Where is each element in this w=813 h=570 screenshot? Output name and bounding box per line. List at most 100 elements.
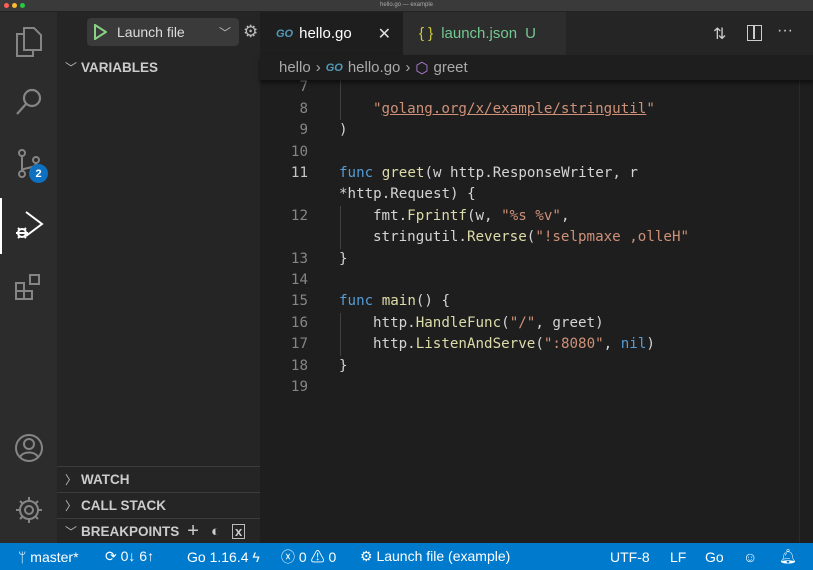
more-actions-icon[interactable]: ··· bbox=[777, 22, 793, 40]
remove-all-breakpoints-icon[interactable]: x bbox=[232, 524, 246, 539]
code-token: "/" bbox=[509, 314, 536, 331]
line-number: 16 bbox=[290, 314, 308, 331]
line-number: 15 bbox=[290, 293, 308, 310]
code-line[interactable]: 16 http.HandleFunc("/", greet) bbox=[260, 312, 799, 335]
line-number: 8 bbox=[299, 100, 308, 117]
line-number: 10 bbox=[290, 143, 308, 160]
settings-gear-icon bbox=[15, 497, 42, 523]
code-token: , greet) bbox=[535, 314, 604, 331]
explorer-button[interactable] bbox=[0, 14, 57, 70]
debug-status[interactable]: ⚙ Launch file (example) bbox=[360, 548, 510, 565]
code-token: greet bbox=[381, 165, 425, 182]
breadcrumb-folder[interactable]: hello bbox=[279, 59, 311, 76]
source-control-button[interactable] bbox=[0, 136, 57, 192]
code-token: func bbox=[339, 165, 382, 182]
code-token: nil bbox=[620, 336, 647, 353]
tab-launch-json[interactable]: { } launch.json U bbox=[403, 12, 566, 55]
scm-badge: 2 bbox=[29, 164, 48, 183]
line-number: 7 bbox=[299, 79, 308, 96]
breadcrumb-file[interactable]: hello.go bbox=[348, 59, 401, 76]
language-status[interactable]: Go bbox=[705, 549, 724, 565]
code-token: main bbox=[381, 293, 416, 310]
code-text: http.ListenAndServe(":8080", nil) bbox=[373, 334, 793, 355]
code-line[interactable]: 17 http.ListenAndServe(":8080", nil) bbox=[260, 334, 799, 356]
code-line[interactable]: 14 bbox=[260, 270, 799, 291]
variables-section-header[interactable]: ﹀ VARIABLES bbox=[57, 54, 260, 80]
sync-counts: 0↓ 6↑ bbox=[120, 548, 155, 564]
code-text: http.HandleFunc("/", greet) bbox=[373, 313, 793, 334]
open-changes-icon[interactable]: ⇅ bbox=[713, 24, 726, 44]
code-line[interactable]: 15 func main() { bbox=[260, 291, 799, 312]
tab-bar: GO hello.go ✕ { } launch.json U ⇅ ··· bbox=[260, 12, 813, 55]
launch-config-dropdown[interactable]: Launch file ﹀ bbox=[87, 18, 239, 46]
code-line[interactable]: 7 bbox=[260, 77, 799, 99]
code-line[interactable]: 13} bbox=[260, 249, 799, 270]
code-line[interactable]: 8 "golang.org/x/example/stringutil" bbox=[260, 98, 799, 121]
accounts-button[interactable] bbox=[0, 420, 57, 476]
title-bar: hello.go — example bbox=[0, 0, 813, 12]
code-line[interactable]: 12 fmt.Fprintf(w, "%s %v", stringutil.Rev… bbox=[260, 205, 799, 249]
start-debug-icon[interactable] bbox=[93, 24, 107, 40]
section-title: BREAKPOINTS bbox=[81, 524, 180, 539]
sync-icon: ⟳ bbox=[105, 548, 121, 564]
code-line[interactable]: 9) bbox=[260, 120, 799, 141]
go-version-status[interactable]: Go 1.16.4 ϟ bbox=[187, 549, 260, 565]
toggle-breakpoints-icon[interactable]: ◐ bbox=[211, 523, 220, 540]
run-debug-button[interactable] bbox=[0, 198, 57, 254]
debug-settings-gear-icon[interactable]: ⚙ bbox=[243, 22, 258, 42]
files-icon bbox=[15, 27, 42, 57]
breadcrumb-symbol[interactable]: greet bbox=[433, 59, 467, 76]
code-token: ) bbox=[646, 336, 655, 353]
branch-status[interactable]: ᛘ master* bbox=[18, 549, 79, 565]
code-token: http. bbox=[373, 314, 416, 331]
close-tab-icon[interactable]: ✕ bbox=[378, 24, 391, 44]
encoding-status[interactable]: UTF-8 bbox=[610, 549, 650, 565]
git-branch-icon: ᛘ bbox=[18, 548, 31, 565]
code-token: () { bbox=[415, 293, 451, 310]
launch-config-label: Launch file bbox=[117, 24, 185, 40]
call-stack-section-header[interactable]: 〉 CALL STACK bbox=[57, 492, 260, 518]
code-line[interactable]: 18} bbox=[260, 356, 799, 377]
code-line[interactable]: 11 func greet(w http.ResponseWriter, r *h… bbox=[260, 163, 799, 206]
code-token: ":8080" bbox=[543, 336, 604, 353]
search-button[interactable] bbox=[0, 74, 57, 130]
notifications-bell-icon[interactable]: 🔔︎ bbox=[779, 548, 797, 565]
split-editor-icon[interactable] bbox=[747, 25, 762, 41]
feedback-icon[interactable]: ☺ bbox=[743, 549, 757, 565]
chevron-right-icon: 〉 bbox=[65, 499, 78, 513]
extensions-button[interactable] bbox=[0, 260, 57, 316]
code-token: Reverse bbox=[466, 229, 527, 246]
code-text: func greet(w http.ResponseWriter, r *htt… bbox=[339, 163, 759, 206]
add-breakpoint-icon[interactable]: + bbox=[187, 520, 199, 543]
warning-icon: ⚠ bbox=[306, 548, 329, 565]
code-token: " bbox=[646, 100, 655, 117]
watch-section-header[interactable]: 〉 WATCH bbox=[57, 466, 260, 492]
code-text: } bbox=[339, 249, 759, 270]
line-number: 19 bbox=[290, 379, 308, 396]
code-line[interactable]: 19 bbox=[260, 377, 799, 398]
code-editor[interactable]: 6time7 8"golang.org/x/example/stringutil… bbox=[260, 56, 799, 399]
section-title: WATCH bbox=[81, 472, 130, 487]
code-token: fmt. bbox=[373, 207, 408, 224]
debug-icon: ⚙ bbox=[360, 548, 377, 564]
code-line[interactable]: 10 bbox=[260, 142, 799, 163]
code-text: fmt.Fprintf(w, "%s %v", stringutil.Rever… bbox=[373, 206, 793, 249]
manage-button[interactable] bbox=[0, 482, 57, 538]
code-token: " bbox=[373, 100, 382, 117]
code-token: "!selpmaxe ,olleH" bbox=[535, 229, 690, 246]
problems-status[interactable]: ⓧ 0 ⚠ 0 bbox=[281, 547, 336, 567]
editor-scrollbar[interactable] bbox=[799, 80, 813, 543]
code-text: func main() { bbox=[339, 291, 759, 312]
code-token: } bbox=[339, 357, 348, 374]
tab-hello-go[interactable]: GO hello.go ✕ bbox=[260, 12, 403, 55]
line-number: 13 bbox=[290, 250, 308, 267]
breakpoints-section-header[interactable]: ﹀ BREAKPOINTS + ◐ x bbox=[57, 518, 260, 544]
code-token: , bbox=[603, 336, 621, 353]
sync-status[interactable]: ⟳ 0↓ 6↑ bbox=[105, 548, 154, 565]
go-icon: GO bbox=[325, 61, 343, 74]
code-text: } bbox=[339, 356, 759, 377]
eol-status[interactable]: LF bbox=[670, 549, 686, 565]
lightning-icon: ϟ bbox=[248, 548, 260, 565]
